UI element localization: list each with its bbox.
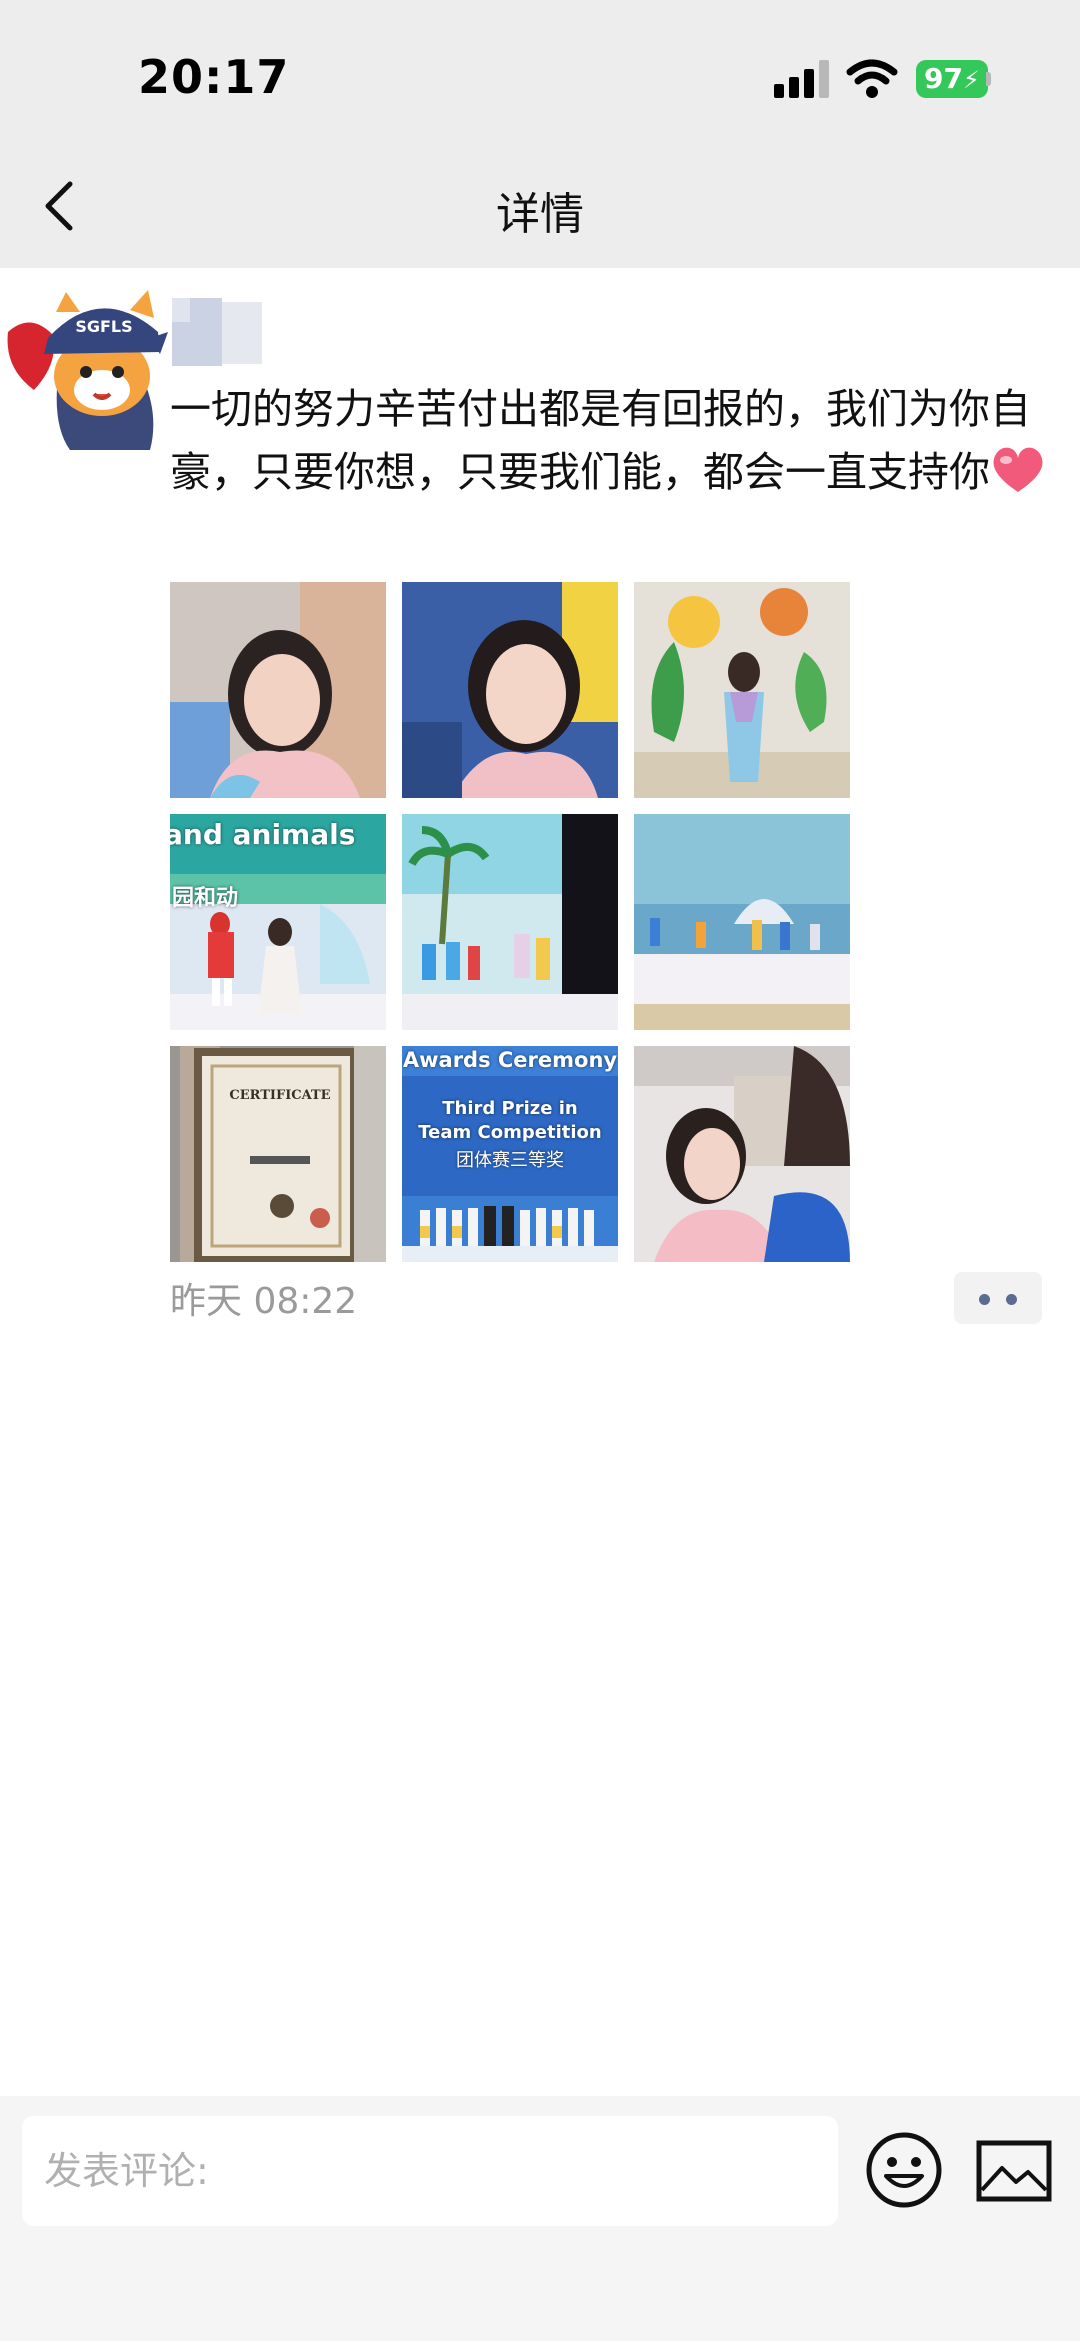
battery-cap bbox=[986, 72, 991, 86]
photo-4-caption: and animals bbox=[170, 818, 356, 851]
photo-8-caption-4: 团体赛三等奖 bbox=[456, 1150, 564, 1171]
photo-8-caption-2: Third Prize in bbox=[442, 1098, 578, 1119]
photo-3[interactable] bbox=[634, 582, 850, 798]
photo-8[interactable]: Awards Ceremony Third Prize in Team Comp… bbox=[402, 1046, 618, 1262]
avatar[interactable]: SGFLS bbox=[0, 272, 168, 450]
status-time: 20:17 bbox=[138, 50, 290, 104]
more-dot-icon bbox=[979, 1294, 990, 1305]
post-timestamp: 昨天 08:22 bbox=[170, 1281, 358, 1322]
poster-name-blurred[interactable] bbox=[172, 292, 292, 370]
photo-9[interactable] bbox=[634, 1046, 850, 1262]
photo-2[interactable] bbox=[402, 582, 618, 798]
post-text: 一切的努力辛苦付出都是有回报的，我们为你自豪，只要你想，只要我们能，都会一直支持… bbox=[170, 378, 1060, 504]
battery-level: 97 bbox=[924, 62, 963, 95]
more-dot-icon bbox=[1006, 1294, 1017, 1305]
photo-6[interactable] bbox=[634, 814, 850, 1030]
photo-4[interactable]: and animals 园和动 bbox=[170, 814, 386, 1030]
photo-8-caption-3: Team Competition bbox=[418, 1122, 602, 1143]
comment-input[interactable] bbox=[22, 2116, 838, 2226]
cellular-signal-icon bbox=[774, 60, 830, 98]
photo-5[interactable] bbox=[402, 814, 618, 1030]
post-text-content: 一切的努力辛苦付出都是有回报的，我们为你自豪，只要你想，只要我们能，都会一直支持… bbox=[170, 385, 1031, 496]
photo-grid: and animals 园和动 CERTIFICATE Awards Cerem… bbox=[170, 582, 850, 1262]
photo-1[interactable] bbox=[170, 582, 386, 798]
heart-emoji-icon bbox=[993, 447, 1043, 492]
photo-7-caption: CERTIFICATE bbox=[229, 1088, 331, 1103]
avatar-badge-text: SGFLS bbox=[75, 317, 132, 336]
page-title: 详情 bbox=[496, 189, 584, 240]
emoji-icon[interactable] bbox=[864, 2130, 944, 2210]
photo-4-caption-2: 园和动 bbox=[172, 886, 239, 911]
photo-8-caption: Awards Ceremony bbox=[402, 1048, 618, 1072]
image-icon[interactable] bbox=[976, 2140, 1052, 2202]
wifi-icon bbox=[846, 59, 898, 98]
photo-7[interactable]: CERTIFICATE bbox=[170, 1046, 386, 1262]
more-actions-button[interactable] bbox=[954, 1272, 1042, 1324]
battery-indicator: 97⚡ bbox=[916, 60, 988, 98]
